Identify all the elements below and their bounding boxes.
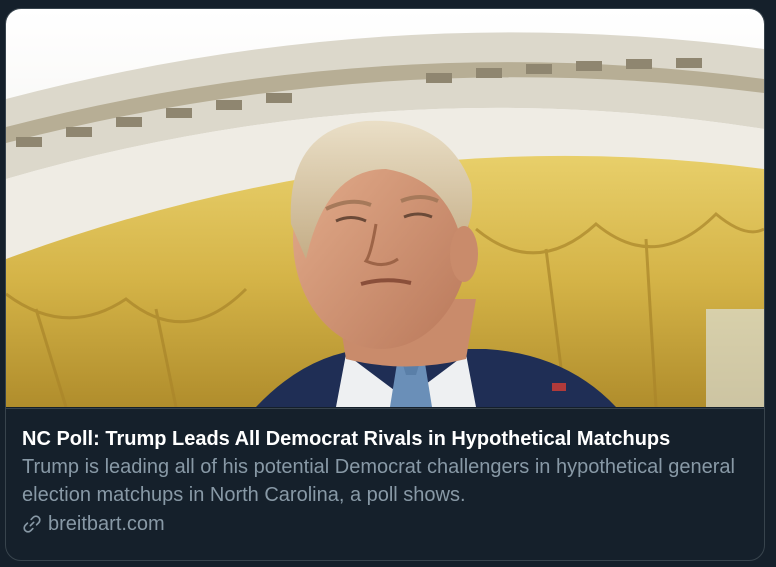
- portrait-photo-illustration: [6, 9, 764, 407]
- article-description: Trump is leading all of his potential De…: [22, 456, 735, 506]
- article-domain: breitbart.com: [48, 513, 165, 535]
- article-title[interactable]: NC Poll: Trump Leads All Democrat Rivals…: [22, 425, 748, 453]
- domain-row[interactable]: breitbart.com: [22, 510, 748, 538]
- article-photo[interactable]: [6, 9, 764, 407]
- link-preview-card[interactable]: NC Poll: Trump Leads All Democrat Rivals…: [5, 8, 765, 561]
- link-icon: [22, 514, 42, 534]
- link-preview-meta[interactable]: NC Poll: Trump Leads All Democrat Rivals…: [6, 408, 764, 560]
